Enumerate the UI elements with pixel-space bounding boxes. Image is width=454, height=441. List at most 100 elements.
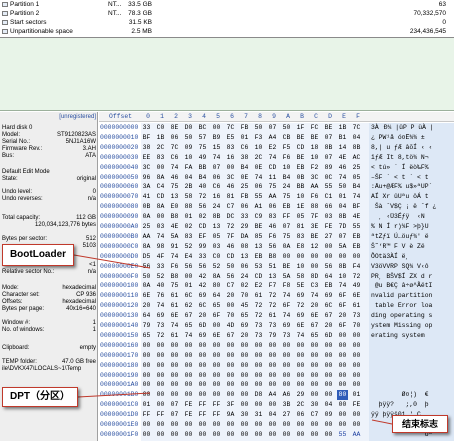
hex-row[interactable]: 0000000070 41 CD 13 58 72 16 81 FB 55 AA 75 10 F6 C1 01…	[99, 192, 454, 202]
hex-byte[interactable]: 00	[253, 430, 264, 440]
hex-byte[interactable]: 50	[253, 123, 264, 133]
hex-byte[interactable]: 42	[197, 281, 208, 291]
hex-byte[interactable]: A4	[267, 133, 278, 143]
hex-byte[interactable]: 00	[323, 420, 334, 430]
hex-byte[interactable]: 24	[211, 202, 222, 212]
hex-byte[interactable]: FE	[351, 400, 362, 410]
hex-row[interactable]: 0000000050 96 8A 46 04 B4 06 3C 0E 74 11 B4 0B 3C 0C 74…	[99, 173, 454, 183]
hex-byte[interactable]: 29	[239, 222, 250, 232]
hex-byte[interactable]: 00	[351, 380, 362, 390]
hex-byte[interactable]: 50	[225, 262, 236, 272]
hex-byte[interactable]: 00	[337, 341, 348, 351]
hex-row[interactable]: 0000000090 0A 00 B8 01 02 8B DC 33 C9 83 FF 05 7F 03 8B…	[99, 212, 454, 222]
hex-byte[interactable]: 00	[141, 380, 152, 390]
hex-byte[interactable]: 20	[323, 321, 334, 331]
hex-byte[interactable]: 74	[253, 173, 264, 183]
hex-byte[interactable]: F3	[253, 133, 264, 143]
hex-byte[interactable]: 74	[281, 311, 292, 321]
hex-byte[interactable]: 61	[253, 291, 264, 301]
hex-byte[interactable]: 00	[295, 430, 306, 440]
hex-byte[interactable]: 00	[197, 390, 208, 400]
hex-byte[interactable]: 8B	[323, 143, 334, 153]
hex-row[interactable]: 0000000170 00 00 00 00 00 00 00 00 00 00 00 00 00 00 00…	[99, 351, 454, 361]
hex-byte[interactable]: 04	[183, 173, 194, 183]
hex-byte[interactable]: 30	[239, 410, 250, 420]
hex-byte[interactable]: 64	[323, 272, 334, 282]
hex-byte[interactable]: 00	[309, 390, 320, 400]
hex-byte[interactable]: 04	[337, 202, 348, 212]
hex-byte[interactable]: 75	[169, 182, 180, 192]
hex-byte[interactable]: 00	[155, 390, 166, 400]
hex-byte[interactable]: B8	[169, 272, 180, 282]
hex-byte[interactable]: 2C	[295, 400, 306, 410]
hex-byte[interactable]: 7D	[337, 222, 348, 232]
hex-byte[interactable]: 00	[169, 380, 180, 390]
hex-byte[interactable]: 00	[253, 341, 264, 351]
hex-byte[interactable]: 83	[295, 232, 306, 242]
hex-row[interactable]: 0000000190 00 00 00 00 00 00 00 00 00 00 00 00 00 00 00…	[99, 371, 454, 381]
hex-byte[interactable]: 00	[239, 390, 250, 400]
hex-byte[interactable]: 00	[183, 420, 194, 430]
hex-byte[interactable]: A4	[267, 390, 278, 400]
hex-byte[interactable]: 00	[281, 380, 292, 390]
hex-byte[interactable]: 02	[197, 212, 208, 222]
hex-row[interactable]: 0000000150 65 72 61 74 69 6E 67 20 73 79 73 74 65 6D 00…	[99, 331, 454, 341]
hex-byte[interactable]: 00	[267, 371, 278, 381]
hex-byte[interactable]: 89	[323, 163, 334, 173]
hex-byte[interactable]: FE	[183, 400, 194, 410]
hex-byte[interactable]: 00	[197, 351, 208, 361]
hex-byte[interactable]: 64	[141, 311, 152, 321]
hex-byte[interactable]: 00	[225, 390, 236, 400]
hex-byte[interactable]: 03	[323, 212, 334, 222]
hex-byte[interactable]: 00	[155, 400, 166, 410]
hex-byte[interactable]: 13	[169, 192, 180, 202]
hex-byte[interactable]: 50	[281, 123, 292, 133]
hex-byte[interactable]: 07	[267, 123, 278, 133]
hex-byte[interactable]: 0E	[253, 163, 264, 173]
hex-byte[interactable]: 00	[169, 420, 180, 430]
hex-byte[interactable]: 00	[239, 371, 250, 381]
hex-byte[interactable]: 00	[281, 341, 292, 351]
hex-byte[interactable]: 65	[141, 331, 152, 341]
hex-byte[interactable]: 00	[239, 351, 250, 361]
hex-row[interactable]: 00000000B0 AA 74 5A 83 EF 05 7F DA 85 F6 75 83 BE 27 07…	[99, 232, 454, 242]
hex-byte[interactable]: 00	[309, 371, 320, 381]
hex-byte[interactable]: AA	[309, 182, 320, 192]
hex-byte[interactable]: 20	[239, 331, 250, 341]
hex-byte[interactable]: 00	[141, 341, 152, 351]
hex-byte[interactable]: 8B	[351, 143, 362, 153]
hex-byte[interactable]: 00	[183, 371, 194, 381]
hex-byte[interactable]: 00	[211, 390, 222, 400]
hex-byte[interactable]: 75	[281, 232, 292, 242]
hex-byte[interactable]: 1E	[295, 202, 306, 212]
hex-byte[interactable]: 74	[267, 153, 278, 163]
hex-byte[interactable]: 00	[239, 420, 250, 430]
hex-byte[interactable]: 00	[253, 351, 264, 361]
hex-byte[interactable]: 00	[295, 371, 306, 381]
hex-byte[interactable]: E0	[169, 202, 180, 212]
hex-byte[interactable]: 11	[267, 173, 278, 183]
hex-byte[interactable]: 04	[351, 133, 362, 143]
hex-byte[interactable]: 00	[267, 351, 278, 361]
hex-byte[interactable]: BC	[197, 123, 208, 133]
hex-byte[interactable]: 00	[323, 390, 334, 400]
hex-byte[interactable]: 49	[351, 281, 362, 291]
hex-byte[interactable]: 07	[337, 232, 348, 242]
hex-byte[interactable]: 85	[253, 232, 264, 242]
hex-byte[interactable]: 7F	[309, 212, 320, 222]
hex-byte[interactable]: 13	[239, 252, 250, 262]
hex-byte[interactable]: 00	[169, 351, 180, 361]
hex-byte[interactable]: B8	[267, 252, 278, 262]
hex-byte[interactable]: FF	[155, 410, 166, 420]
hex-byte[interactable]: 83	[267, 212, 278, 222]
hex-byte[interactable]: EB	[351, 242, 362, 252]
hex-byte[interactable]: 6F	[211, 311, 222, 321]
hex-byte[interactable]: DC	[225, 212, 236, 222]
hex-byte[interactable]: 56	[267, 242, 278, 252]
hex-byte[interactable]: 38	[239, 153, 250, 163]
hex-byte[interactable]: 56	[225, 272, 236, 282]
hex-byte[interactable]: 01	[239, 133, 250, 143]
hex-byte[interactable]: 56	[197, 262, 208, 272]
hex-byte[interactable]: 53	[253, 262, 264, 272]
hex-byte[interactable]: 75	[169, 281, 180, 291]
